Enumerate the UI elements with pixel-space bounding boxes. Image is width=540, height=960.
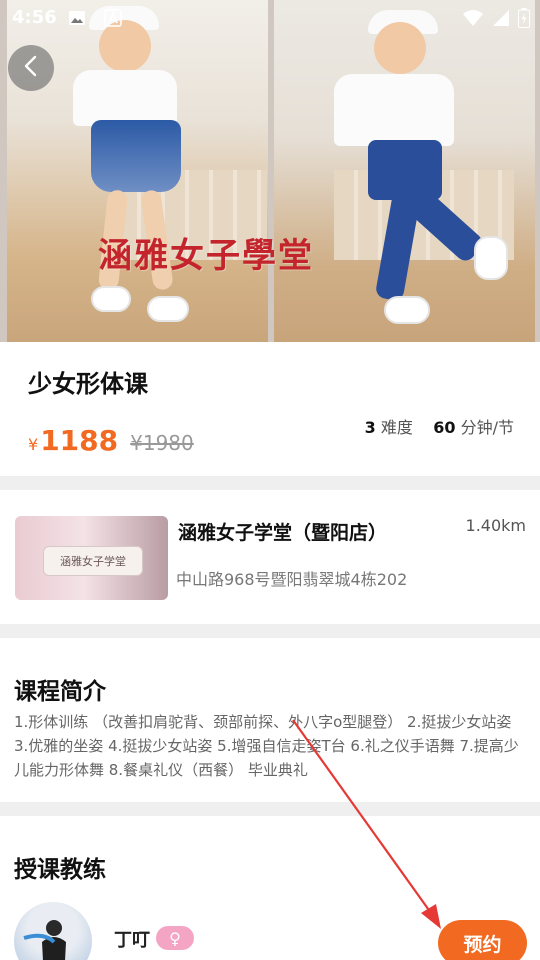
store-photo: 涵雅女子学堂 <box>15 516 168 600</box>
course-meta: 3 难度 60 分钟/节 <box>365 414 514 438</box>
store-sign: 涵雅女子学堂 <box>43 546 143 576</box>
coach-avatar[interactable] <box>14 902 92 960</box>
difficulty-label: 难度 <box>380 418 413 437</box>
store-distance: 1.40km <box>465 516 526 535</box>
female-icon: ♀ <box>156 926 194 950</box>
back-arrow-icon <box>21 54 41 82</box>
status-bar: 4:56 <box>0 0 540 36</box>
status-time: 4:56 <box>12 7 57 28</box>
font-icon <box>104 9 122 32</box>
hero-caption: 涵雅女子學堂 <box>98 236 314 276</box>
course-title: 少女形体课 <box>28 370 148 398</box>
coach-card: 授课教练 丁叮 ♀ 预约 <box>0 816 540 960</box>
current-price: 1188 <box>40 424 119 457</box>
course-intro-card: 课程简介 1.形体训练 （改善扣肩驼背、颈部前探、外八字o型腿登） 2.挺拔少女… <box>0 638 540 802</box>
wifi-icon <box>462 9 484 32</box>
original-price: ¥1980 <box>130 431 194 455</box>
price-row: ¥ 1188 ¥1980 <box>28 424 194 457</box>
coach-name: 丁叮 <box>114 930 150 951</box>
store-card[interactable]: 涵雅女子学堂 涵雅女子学堂（暨阳店） 1.40km 中山路968号暨阳翡翠城4栋… <box>0 490 540 624</box>
currency-symbol: ¥ <box>28 435 39 454</box>
course-info-card: 少女形体课 ¥ 1188 ¥1980 3 难度 60 分钟/节 <box>0 342 540 476</box>
course-hero-image: 涵雅女子學堂 <box>0 0 540 342</box>
difficulty-value: 3 <box>364 418 376 437</box>
book-button[interactable]: 预约 <box>438 920 527 960</box>
hero-photo-right <box>274 0 535 342</box>
battery-icon <box>518 8 530 33</box>
duration-value: 60 <box>433 418 456 437</box>
image-icon <box>68 9 86 32</box>
store-name: 涵雅女子学堂（暨阳店） <box>178 522 388 544</box>
store-address: 中山路968号暨阳翡翠城4栋202 <box>176 570 408 589</box>
signal-icon <box>492 9 510 32</box>
intro-title: 课程简介 <box>14 679 106 705</box>
coach-section-title: 授课教练 <box>14 857 106 883</box>
duration-label: 分钟/节 <box>460 418 514 437</box>
intro-text: 1.形体训练 （改善扣肩驼背、颈部前探、外八字o型腿登） 2.挺拔少女站姿 3.… <box>14 713 519 779</box>
back-button[interactable] <box>8 45 54 91</box>
